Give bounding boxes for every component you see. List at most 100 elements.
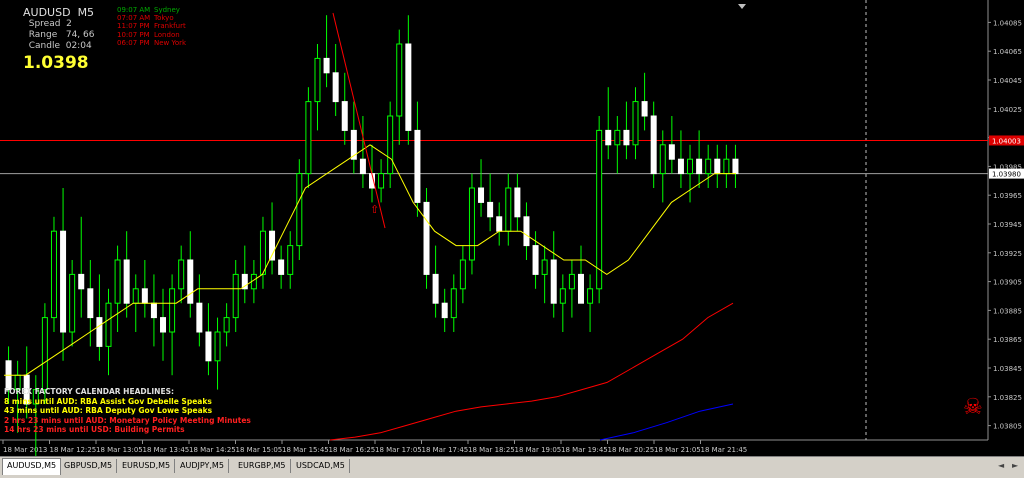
candle-body (123, 259, 130, 304)
candle-body (478, 187, 485, 203)
candle-body (405, 43, 412, 131)
news-list: 8 mins until AUD: RBA Assist Gov Debelle… (4, 397, 251, 435)
time-tick-label: 18 Mar 17:45 (422, 446, 469, 454)
candle-body (450, 288, 457, 319)
session-time: 09:07 AM (117, 6, 151, 14)
session-name: New York (154, 38, 187, 47)
chart-tab[interactable]: AUDUSD,M5 (2, 458, 62, 475)
time-tick-label: 18 Mar 13:45 (143, 446, 190, 454)
candle-body (650, 115, 657, 175)
chart-tab[interactable]: EURUSD,M5 (118, 459, 176, 473)
ma-slow-line (329, 302, 734, 441)
candle-body (696, 158, 703, 175)
candle-body (160, 317, 167, 333)
candle-body (568, 273, 575, 290)
time-tick-label: 18 Mar 17:05 (375, 446, 422, 454)
tab-scroll-left-icon[interactable]: ◄ (998, 461, 1004, 470)
trendline[interactable] (332, 12, 386, 229)
symbol-name: AUDUSD (23, 6, 71, 19)
price-tick-label: 1.03905 (993, 279, 1022, 287)
price-tick-label: 1.04085 (993, 19, 1022, 27)
candle-body (50, 230, 57, 319)
spread-label: Spread (28, 19, 61, 29)
candle-body (259, 230, 266, 275)
session-row: 07:07 AM Tokyo (117, 14, 186, 22)
candle-body (296, 173, 303, 247)
session-row: 11:07 PM Frankfurt (117, 22, 186, 30)
time-tick-label: 18 Mar 12:25 (50, 446, 97, 454)
price-tick-label: 1.04045 (993, 77, 1022, 85)
price-tick-label: 1.03805 (993, 423, 1022, 431)
candle-body (523, 216, 530, 247)
range-row: Range 74, 66 (23, 30, 95, 41)
candle-body (677, 158, 684, 175)
session-time: 10:07 PM (117, 30, 150, 39)
candle-body (332, 72, 339, 103)
candle-body (150, 302, 157, 319)
time-tick-label: 18 Mar 14:25 (189, 446, 236, 454)
candle-body (687, 158, 694, 175)
candle-body (359, 158, 366, 175)
price-tick-label: 1.03865 (993, 336, 1022, 344)
candle-body (387, 115, 394, 175)
time-tick-label: 18 Mar 20:25 (608, 446, 655, 454)
candle-body (341, 101, 348, 131)
candle-body (114, 259, 121, 304)
session-row: 10:07 PM London (117, 31, 186, 39)
candle-body (423, 201, 430, 275)
session-name: Sydney (154, 6, 180, 14)
bid-price: 1.0398 (23, 53, 89, 73)
news-item: 8 mins until AUD: RBA Assist Gov Debelle… (4, 396, 212, 406)
price-axis: 1.040851.040651.040451.040251.040051.039… (0, 19, 1024, 431)
symbol-title: AUDUSD M5 (23, 6, 95, 19)
candle-body (605, 129, 612, 146)
candle-body (596, 129, 603, 290)
price-tick-label: 1.04025 (993, 106, 1022, 114)
candle-body (577, 273, 584, 304)
candle-body (505, 187, 512, 232)
chart-tab[interactable]: EURGBP,M5 (234, 459, 291, 473)
candle-body (396, 43, 403, 117)
candle-body (614, 129, 621, 146)
session-time: 06:07 PM (117, 38, 150, 47)
candle-body (41, 317, 48, 391)
candle-body (541, 259, 548, 275)
price-tick-label: 1.03825 (993, 394, 1022, 402)
tab-scroll-right-icon[interactable]: ► (1012, 461, 1018, 470)
candle-body (659, 144, 666, 175)
candle-body (141, 288, 148, 304)
candle-body (559, 288, 566, 304)
time-tick-label: 18 Mar 2013 (3, 446, 47, 454)
candle-body (278, 259, 285, 275)
time-tick-label: 18 Mar 16:25 (329, 446, 376, 454)
candle-body (414, 129, 421, 203)
shift-marker-icon[interactable] (738, 4, 746, 9)
candle-label: Candle (28, 41, 60, 51)
chart-tab[interactable]: AUDJPY,M5 (176, 459, 229, 473)
price-tick-label: 1.03845 (993, 365, 1022, 373)
candle-body (514, 187, 521, 218)
chart-tab[interactable]: USDCAD,M5 (292, 459, 350, 473)
session-name: Frankfurt (154, 22, 186, 31)
price-tick-label: 1.03945 (993, 221, 1022, 229)
session-time: 07:07 AM (117, 14, 151, 23)
candle-body (378, 173, 385, 189)
candle-body (287, 245, 294, 275)
session-row: 06:07 PM New York (117, 39, 186, 47)
candle-body (96, 317, 103, 347)
chart-tabs-bar: AUDUSD,M5 GBPUSD,M5 EURUSD,M5 AUDJPY,M5 EURG… (0, 456, 1024, 478)
candle-body (441, 302, 448, 319)
time-axis: 18 Mar 2013 18 Mar 12:25 18 Mar 13:05 18 Ma… (2, 440, 747, 454)
time-tick-label: 18 Mar 18:25 (468, 446, 515, 454)
candle-body (132, 288, 139, 304)
candle-body (714, 158, 721, 175)
time-tick-label: 18 Mar 19:05 (515, 446, 562, 454)
candle-body (705, 158, 712, 175)
chart-tab[interactable]: GBPUSD,M5 (60, 459, 118, 473)
price-tick-label: 1.04065 (993, 48, 1022, 56)
candle-body (305, 101, 312, 175)
candle-body (69, 273, 76, 333)
session-name: Tokyo (154, 14, 174, 23)
price-tick-label: 1.03885 (993, 307, 1022, 315)
spread-value: 2 (66, 19, 72, 29)
